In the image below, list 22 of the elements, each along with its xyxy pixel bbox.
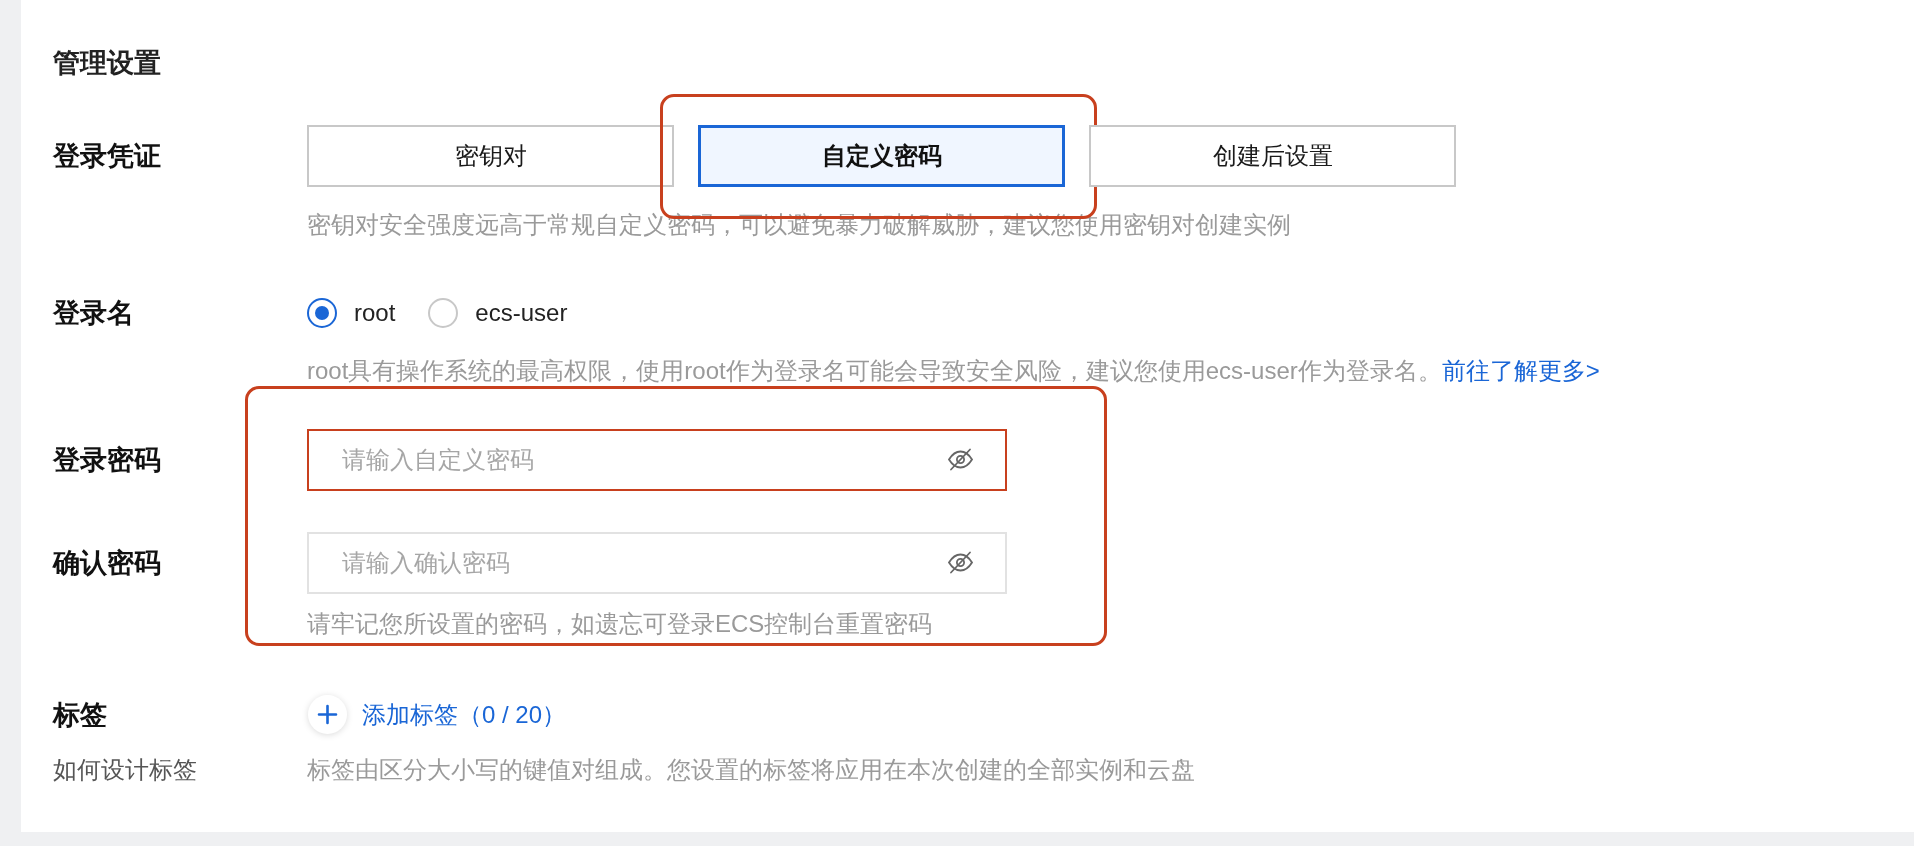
hint-text: root具有操作系统的最高权限，使用root作为登录名可能会导致安全风险，建议您使用ecs-user作为登录名。前往了解更多> xyxy=(307,357,1600,385)
radio-button[interactable] xyxy=(307,298,337,328)
section-title: 管理设置 xyxy=(53,47,161,79)
eye-slash-icon[interactable] xyxy=(947,448,974,471)
learn-more-link[interactable]: 前往了解更多> xyxy=(1441,357,1600,384)
field-label: 登录凭证 xyxy=(53,140,161,172)
add-tag-button[interactable]: 添加标签（0 / 20） xyxy=(307,694,567,735)
radio-label[interactable]: root xyxy=(354,298,396,328)
field-label: 确认密码 xyxy=(53,547,161,579)
field-label: 标签 xyxy=(53,698,107,731)
hint-text: 请牢记您所设置的密码，如遗忘可登录ECS控制台重置密码 xyxy=(307,610,934,638)
eye-slash-icon[interactable] xyxy=(947,551,974,574)
segmented-option[interactable]: 密钥对 xyxy=(307,125,674,187)
radio-label[interactable]: ecs-user xyxy=(475,298,568,328)
field-label: 登录密码 xyxy=(53,444,161,476)
field-label: 登录名 xyxy=(53,297,134,329)
segmented-option[interactable]: 自定义密码 xyxy=(698,125,1065,187)
password-field[interactable]: 请输入自定义密码 xyxy=(307,429,1007,491)
help-label: 如何设计标签 xyxy=(53,756,197,784)
radio-button[interactable] xyxy=(428,298,459,328)
hint-text: 标签由区分大小写的键值对组成。您设置的标签将应用在本次创建的全部实例和云盘 xyxy=(307,756,1195,784)
segmented-option[interactable]: 创建后设置 xyxy=(1089,125,1456,187)
